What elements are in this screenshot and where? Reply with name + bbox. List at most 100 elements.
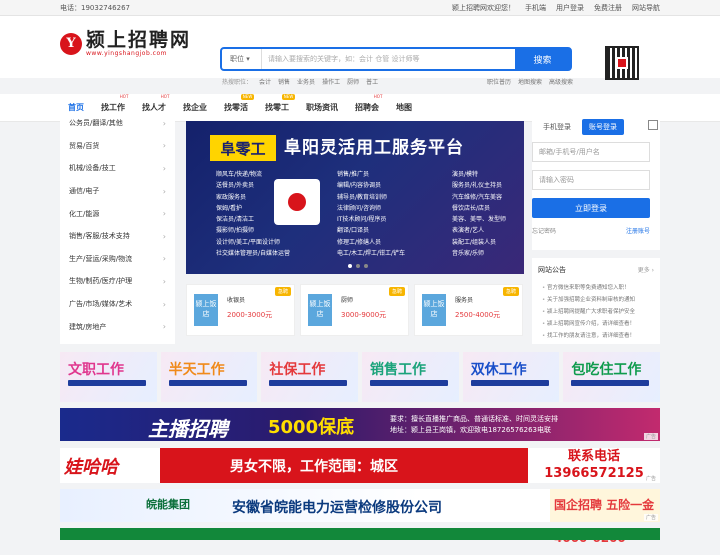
category-item[interactable]: 生物/制药/医疗/护理 › — [60, 270, 175, 293]
job-title: 厨师 — [341, 297, 354, 304]
banner-qr-icon — [274, 179, 320, 225]
job-card[interactable]: 颍上饭店 收银员 2000-3000元 急聘 — [186, 284, 295, 336]
category-item[interactable]: 公务员/翻译/其他 › — [60, 112, 175, 135]
notice-item[interactable]: 找工作的朋友请注意，请详细查看！ — [542, 330, 635, 342]
ad-headline: 主播招聘 — [148, 417, 228, 441]
hot-keyword[interactable]: 厨师 — [347, 77, 359, 86]
mobile-link[interactable]: 手机端 — [525, 3, 546, 13]
new-badge: NEW — [240, 94, 255, 100]
ad-card[interactable]: 半天工作 — [160, 352, 258, 402]
notice-panel: 网站公告 更多 › 官方微信来职等免费通知您入职！ 关于加强招聘企业资料制审核的… — [532, 258, 660, 344]
ad-banner-green[interactable] — [60, 528, 660, 540]
main-section: 公务员/翻译/其他 › 贸易/百货 › 机械/设备/技工 › 通信/电子 › 化工/能源… — [60, 112, 660, 344]
register-account-link[interactable]: 注册账号 — [626, 226, 650, 235]
ad-brand-logo: 娃哈哈 — [60, 448, 160, 483]
job-salary: 3000-9000元 — [341, 311, 387, 319]
hot-keyword[interactable]: 会计 — [259, 77, 271, 86]
search-box: 职位 ▾ 请输入要搜索的关键字，如：会计 仓管 设计师等 搜索 — [220, 47, 572, 71]
search-input[interactable]: 请输入要搜索的关键字，如：会计 仓管 设计师等 — [262, 49, 515, 69]
urgent-badge: 急聘 — [502, 287, 519, 296]
ad-label: 广告 — [643, 514, 658, 521]
ad-banner-wahaha[interactable]: 娃哈哈 男女不限，工作范围：城区 联系电话 13966572125 广告 — [60, 448, 660, 483]
advanced-search-link[interactable]: 高级搜索 — [549, 77, 573, 86]
hot-keyword[interactable]: 普工 — [366, 77, 378, 86]
search-type-select[interactable]: 职位 ▾ — [222, 49, 262, 69]
qr-login-icon[interactable] — [648, 120, 658, 130]
category-item[interactable]: 生产/营运/采购/物流 › — [60, 248, 175, 271]
notice-item[interactable]: 官方微信来职等免费通知您入职！ — [542, 282, 635, 294]
job-title: 收银员 — [227, 297, 246, 304]
logo-icon: Y — [60, 32, 82, 55]
category-item[interactable]: 化工/能源 › — [60, 202, 175, 225]
ad-company: 安徽省皖能电力运营检修股份公司 — [232, 500, 442, 516]
login-link[interactable]: 用户登录 — [556, 3, 584, 13]
job-card[interactable]: 颍上饭店 服务员 2500-4000元 急聘 — [414, 284, 523, 336]
chevron-right-icon: › — [162, 322, 166, 332]
category-sidebar: 公务员/翻译/其他 › 贸易/百货 › 机械/设备/技工 › 通信/电子 › 化工/能源… — [60, 112, 175, 344]
chevron-right-icon: › — [162, 276, 166, 286]
chevron-right-icon: › — [162, 209, 166, 219]
ad-banner-anchor[interactable]: 主播招聘 5000保底 要求：擅长直播推广商品、普通话标准、时间灵活安排 地址：颍… — [60, 408, 660, 441]
hot-label: 热搜职位： — [222, 79, 253, 86]
ad-card[interactable]: 包吃住工作 — [563, 352, 661, 402]
notice-title: 网站公告 — [538, 266, 566, 274]
urgent-badge: 急聘 — [388, 287, 405, 296]
top-phone: 电话：19032746267 — [60, 3, 130, 12]
ad-card[interactable]: 文职工作 — [60, 352, 157, 402]
header-link[interactable]: 职位普历 — [487, 77, 511, 86]
notice-item[interactable]: 颍上招聘网提醒广大求职者保护安全 — [542, 306, 635, 318]
ad-card[interactable]: 双休工作 — [462, 352, 560, 402]
map-search-link[interactable]: 地图搜索 — [518, 77, 542, 86]
forgot-password-link[interactable]: 忘记密码 — [532, 226, 556, 235]
company-logo: 颍上饭店 — [308, 294, 332, 326]
notice-item[interactable]: 关于加强招聘企业资料制审核的通知 — [542, 294, 635, 306]
job-title: 服务员 — [455, 297, 474, 304]
hot-keywords: 热搜职位： 会计 销售 业务员 操作工 厨师 普工 — [222, 77, 378, 86]
tab-account-login[interactable]: 账号登录 — [582, 119, 624, 135]
logo-title: 颍上招聘网 — [86, 29, 192, 51]
chevron-right-icon: › — [162, 163, 166, 173]
search-button[interactable]: 搜索 — [515, 49, 570, 69]
ad-contact: 联系电话 13966572125 — [528, 448, 660, 483]
ad-card[interactable]: 社保工作 — [261, 352, 359, 402]
hot-badge: HOT — [119, 94, 129, 99]
hot-keyword[interactable]: 业务员 — [297, 77, 315, 86]
hot-keyword[interactable]: 操作工 — [322, 77, 340, 86]
header: Y 颍上招聘网 www.yingshangjob.com 职位 ▾ 请输入要搜索… — [0, 16, 720, 86]
hot-keyword[interactable]: 销售 — [278, 77, 290, 86]
category-item[interactable]: 机械/设备/技工 › — [60, 157, 175, 180]
chevron-right-icon: › — [162, 118, 166, 128]
notice-item[interactable]: 颍上招聘网宣传介绍，请详细查看！ — [542, 318, 635, 330]
username-input[interactable]: 邮箱/手机号/用户名 — [532, 142, 650, 162]
tab-mobile-login[interactable]: 手机登录 — [536, 119, 578, 135]
hero-banner[interactable]: 阜零工 阜阳灵活用工服务平台 顺风车/快递/物流 送餐员/外卖员 家政服务员 保姆/看… — [186, 121, 524, 274]
job-card[interactable]: 颍上饭店 厨师 3000-9000元 急聘 — [300, 284, 409, 336]
site-nav-link[interactable]: 网站导航 — [632, 3, 660, 13]
register-link[interactable]: 免费注册 — [594, 3, 622, 13]
chevron-right-icon: › — [162, 186, 166, 196]
ad-salary: 5000保底 — [268, 417, 355, 438]
ad-text: 男女不限，工作范围：城区 — [230, 459, 398, 475]
ad-row-categories: 文职工作 半天工作 社保工作 销售工作 双休工作 包吃住工作 — [60, 352, 661, 402]
company-logo: 颍上饭店 — [422, 294, 446, 326]
hot-badge: HOT — [160, 94, 170, 99]
password-input[interactable]: 请输入密码 — [532, 170, 650, 190]
category-item[interactable]: 广告/市场/媒体/艺术 › — [60, 293, 175, 316]
hot-badge: HOT — [373, 94, 383, 99]
site-logo[interactable]: Y 颍上招聘网 www.yingshangjob.com — [60, 30, 191, 57]
notice-more-link[interactable]: 更多 › — [638, 265, 654, 274]
job-salary: 2000-3000元 — [227, 311, 273, 319]
chevron-right-icon: › — [162, 254, 166, 264]
chevron-right-icon: › — [162, 231, 166, 241]
ad-card[interactable]: 销售工作 — [362, 352, 459, 402]
ad-banner-wanneng[interactable]: 皖能集团 安徽省皖能电力运营检修股份公司 国企招聘 五险一金 4000-6200… — [60, 489, 660, 545]
login-button[interactable]: 立即登录 — [532, 198, 650, 218]
carousel-dots[interactable] — [348, 264, 368, 268]
banner-col-3: 演员/模特 服务员/礼仪主持员 汽车维修/汽车美容 餐饮店长/店员 美容、美甲、发型师表… — [451, 171, 506, 258]
logo-url: www.yingshangjob.com — [86, 50, 167, 57]
category-item[interactable]: 销售/客服/技术支持 › — [60, 225, 175, 248]
category-item[interactable]: 贸易/百货 › — [60, 135, 175, 158]
chevron-right-icon: › — [162, 141, 166, 151]
category-item[interactable]: 建筑/房地产 › — [60, 315, 175, 338]
category-item[interactable]: 通信/电子 › — [60, 180, 175, 203]
